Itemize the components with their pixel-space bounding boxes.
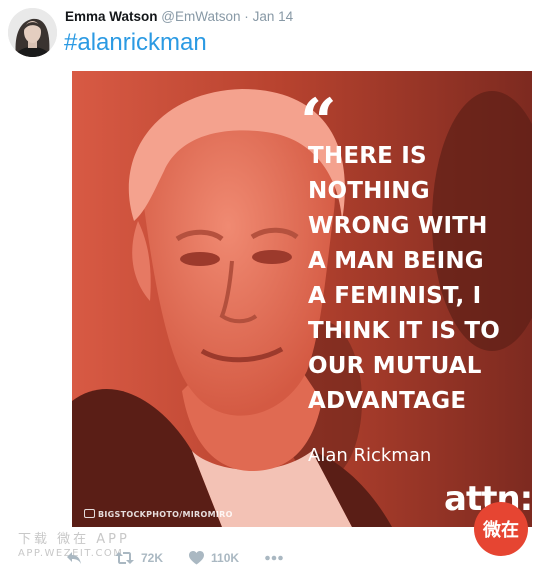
heart-icon [189, 551, 205, 565]
quote-line: WRONG WITH [308, 213, 488, 239]
retweet-count: 72K [141, 551, 164, 565]
photo-credit-text: BIGSTOCKPHOTO/MIROMIRO [98, 510, 233, 519]
more-button[interactable] [265, 555, 290, 561]
tweet-header: Emma Watson @EmWatson · Jan 14 [65, 8, 293, 26]
camera-icon [84, 509, 95, 518]
like-button[interactable]: 110K [189, 551, 239, 565]
quote-line: THERE IS [308, 143, 427, 169]
watermark-line-1: 下载 微在 APP [18, 532, 130, 547]
author-avatar[interactable] [8, 8, 57, 57]
quote-line: THINK IT IS TO [308, 318, 500, 344]
quote-line: NOTHING [308, 178, 430, 204]
like-count: 110K [211, 551, 240, 565]
retweet-icon [115, 552, 134, 564]
photo-credit: BIGSTOCKPHOTO/MIROMIRO [84, 509, 233, 519]
quote-text: THERE IS NOTHING WRONG WITH A MAN BEING … [308, 139, 500, 419]
avatar-portrait [8, 8, 57, 57]
quote-line: OUR MUTUAL [308, 353, 482, 379]
header-separator: · [244, 9, 249, 24]
tweet-actions: 72K 110K [66, 546, 316, 570]
retweet-button[interactable]: 72K [115, 551, 163, 565]
quote-line: ADVANTAGE [308, 388, 467, 414]
quote-line: A FEMINIST, I [308, 283, 482, 309]
more-dots-icon [265, 555, 283, 561]
reply-button[interactable] [66, 551, 89, 565]
author-handle[interactable]: @EmWatson [161, 9, 240, 24]
tweet-image[interactable]: “ THERE IS NOTHING WRONG WITH A MAN BEIN… [72, 71, 532, 527]
tweet-timestamp[interactable]: Jan 14 [253, 9, 294, 24]
quote-line: A MAN BEING [308, 248, 484, 274]
reply-icon [67, 552, 81, 564]
quote-attribution: Alan Rickman [308, 445, 432, 466]
author-name[interactable]: Emma Watson [65, 9, 158, 24]
watermark-badge: 微在 [474, 502, 528, 556]
hashtag-link[interactable]: #alanrickman [64, 28, 207, 58]
